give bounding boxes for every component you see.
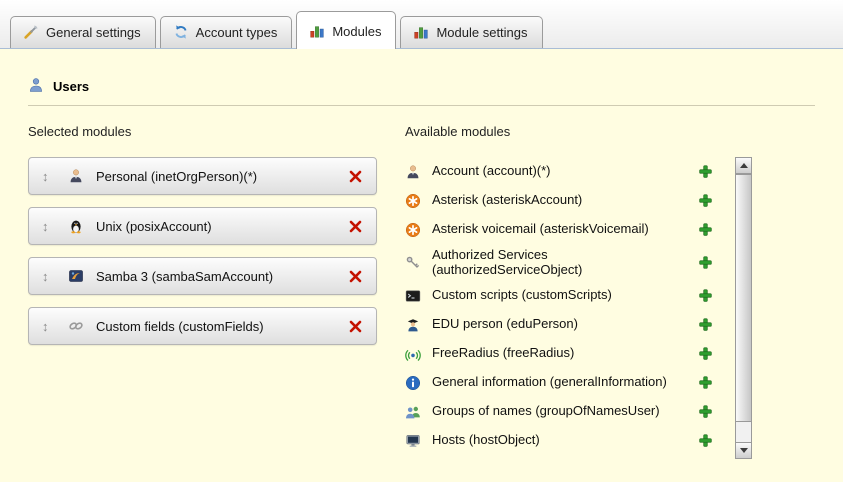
tab-general-settings[interactable]: General settings xyxy=(10,16,156,48)
bar-chart-icon xyxy=(413,24,429,40)
module-label: Unix (posixAccount) xyxy=(96,219,212,234)
module-label: Authorized Services (authorizedServiceOb… xyxy=(432,248,610,278)
bar-chart-icon xyxy=(309,23,325,39)
add-module-button[interactable] xyxy=(698,193,713,208)
add-module-button[interactable] xyxy=(698,404,713,419)
module-label: Custom scripts (customScripts) xyxy=(432,288,612,303)
add-module-button[interactable] xyxy=(698,222,713,237)
module-label: FreeRadius (freeRadius) xyxy=(432,346,574,361)
available-modules-scrollbar[interactable] xyxy=(735,157,752,459)
sync-icon xyxy=(173,24,189,40)
radius-icon xyxy=(405,346,421,362)
samba-icon xyxy=(68,268,84,284)
person-icon xyxy=(68,168,84,184)
person-icon xyxy=(405,164,421,180)
services-icon xyxy=(405,255,421,271)
lam-configuration-page: General settings Account types Modules M… xyxy=(0,0,843,482)
available-module-row: Asterisk voicemail (asteriskVoicemail) xyxy=(405,215,735,244)
add-module-button[interactable] xyxy=(698,433,713,448)
module-label: Hosts (hostObject) xyxy=(432,433,540,448)
add-module-button[interactable] xyxy=(698,288,713,303)
section-title: Users xyxy=(53,79,89,94)
modules-tab-content: Users Selected modules ↕ Personal (inetO… xyxy=(0,49,843,459)
tab-label: Module settings xyxy=(436,25,527,40)
available-module-row: Authorized Services (authorizedServiceOb… xyxy=(405,244,735,281)
available-modules-column: Available modules Account (account)(*) xyxy=(405,124,752,459)
triangle-down-icon xyxy=(740,448,748,453)
tab-label: Modules xyxy=(332,24,381,39)
delete-module-button[interactable] xyxy=(348,219,363,234)
tab-label: Account types xyxy=(196,25,278,40)
host-icon xyxy=(405,433,421,449)
asterisk-icon xyxy=(405,193,421,209)
drag-handle-icon[interactable]: ↕ xyxy=(42,319,68,334)
terminal-icon xyxy=(405,288,421,304)
tux-icon xyxy=(68,218,84,234)
module-label: EDU person (eduPerson) xyxy=(432,317,578,332)
scroll-down-button[interactable] xyxy=(736,442,751,458)
selected-modules-heading: Selected modules xyxy=(28,124,377,139)
selected-modules-column: Selected modules ↕ Personal (inetOrgPers… xyxy=(28,124,377,459)
edu-person-icon xyxy=(405,317,421,333)
module-label: Asterisk (asteriskAccount) xyxy=(432,193,582,208)
scroll-up-button[interactable] xyxy=(736,158,751,174)
module-label: Custom fields (customFields) xyxy=(96,319,264,334)
user-icon xyxy=(28,77,44,96)
tab-bar: General settings Account types Modules M… xyxy=(10,11,543,48)
module-label: Samba 3 (sambaSamAccount) xyxy=(96,269,273,284)
tools-icon xyxy=(23,24,39,40)
delete-module-button[interactable] xyxy=(348,169,363,184)
asterisk-icon xyxy=(405,222,421,238)
triangle-up-icon xyxy=(740,163,748,168)
available-modules-list: Account (account)(*) Asterisk (asteriskA… xyxy=(405,157,735,455)
info-icon xyxy=(405,375,421,391)
add-module-button[interactable] xyxy=(698,346,713,361)
drag-handle-icon[interactable]: ↕ xyxy=(42,169,68,184)
group-icon xyxy=(405,404,421,420)
tab-account-types[interactable]: Account types xyxy=(160,16,293,48)
available-module-row: Account (account)(*) xyxy=(405,157,735,186)
tab-modules[interactable]: Modules xyxy=(296,11,396,49)
custom-fields-icon xyxy=(68,318,84,334)
available-module-row: FreeRadius (freeRadius) xyxy=(405,339,735,368)
module-label: Personal (inetOrgPerson)(*) xyxy=(96,169,257,184)
selected-module-item[interactable]: ↕ Samba 3 (sambaSamAccount) xyxy=(28,257,377,295)
module-label: Asterisk voicemail (asteriskVoicemail) xyxy=(432,222,649,237)
available-module-row: Asterisk (asteriskAccount) xyxy=(405,186,735,215)
available-module-row: EDU person (eduPerson) xyxy=(405,310,735,339)
module-label: General information (generalInformation) xyxy=(432,375,667,390)
modules-columns: Selected modules ↕ Personal (inetOrgPers… xyxy=(28,124,815,459)
selected-module-item[interactable]: ↕ Custom fields (customFields) xyxy=(28,307,377,345)
available-module-row: Hosts (hostObject) xyxy=(405,426,735,455)
module-label: Groups of names (groupOfNamesUser) xyxy=(432,404,660,419)
scrollbar-thumb[interactable] xyxy=(736,174,751,422)
tab-header: General settings Account types Modules M… xyxy=(0,0,843,49)
selected-module-item[interactable]: ↕ Personal (inetOrgPerson)(*) xyxy=(28,157,377,195)
selected-module-item[interactable]: ↕ Unix (posixAccount) xyxy=(28,207,377,245)
add-module-button[interactable] xyxy=(698,317,713,332)
delete-module-button[interactable] xyxy=(348,319,363,334)
users-section-header: Users xyxy=(28,77,815,106)
add-module-button[interactable] xyxy=(698,164,713,179)
module-label: Account (account)(*) xyxy=(432,164,551,179)
drag-handle-icon[interactable]: ↕ xyxy=(42,269,68,284)
delete-module-button[interactable] xyxy=(348,269,363,284)
available-modules-body: Account (account)(*) Asterisk (asteriskA… xyxy=(405,157,752,459)
add-module-button[interactable] xyxy=(698,375,713,390)
available-module-row: Custom scripts (customScripts) xyxy=(405,281,735,310)
available-modules-heading: Available modules xyxy=(405,124,752,139)
tab-label: General settings xyxy=(46,25,141,40)
drag-handle-icon[interactable]: ↕ xyxy=(42,219,68,234)
available-module-row: General information (generalInformation) xyxy=(405,368,735,397)
tab-module-settings[interactable]: Module settings xyxy=(400,16,542,48)
available-module-row: Groups of names (groupOfNamesUser) xyxy=(405,397,735,426)
add-module-button[interactable] xyxy=(698,255,713,270)
